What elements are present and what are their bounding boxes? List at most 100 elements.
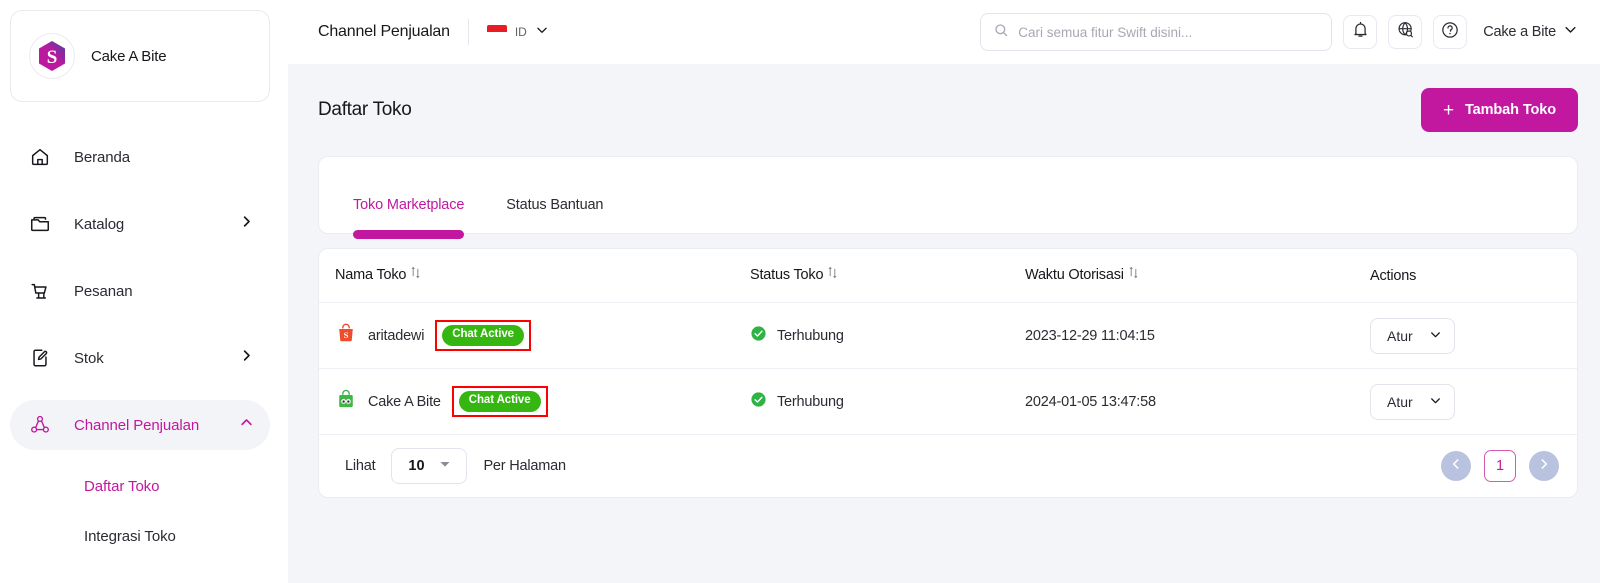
sidebar-item-pesanan[interactable]: Pesanan — [10, 266, 270, 316]
svg-text:S: S — [344, 330, 349, 340]
indonesia-flag-icon — [486, 25, 507, 39]
tokopedia-icon — [335, 388, 357, 415]
table-cell-auth-time: 2023-12-29 11:04:15 — [1025, 328, 1370, 344]
table-cell-status: Terhubung — [750, 325, 1025, 347]
chevron-down-icon[interactable] — [535, 23, 549, 42]
sidebar-item-label: Stok — [74, 349, 104, 367]
add-store-button[interactable]: + Tambah Toko — [1420, 88, 1578, 132]
pagination-page-number: 1 — [1495, 458, 1505, 474]
brand-card[interactable]: S Cake A Bite — [10, 10, 270, 102]
add-store-button-label: Tambah Toko — [1464, 102, 1556, 118]
topbar-divider — [467, 19, 469, 45]
table-cell-store: Cake A Bite Chat Active — [335, 386, 750, 417]
content-area: Daftar Toko + Tambah Toko Toko Marketpla… — [288, 64, 1600, 583]
pagination-suffix-label: Per Halaman — [483, 458, 566, 474]
status-text: Terhubung — [777, 327, 844, 344]
language-globe-button[interactable] — [1388, 15, 1423, 49]
table-row: Cake A Bite Chat Active Terhubung 2024-0… — [319, 369, 1577, 435]
sort-icon[interactable] — [1128, 265, 1139, 284]
notifications-button[interactable] — [1343, 15, 1378, 49]
user-menu[interactable]: Cake a Bite — [1483, 22, 1578, 42]
chevron-down-icon[interactable] — [1563, 22, 1578, 42]
tab-toko-marketplace[interactable]: Toko Marketplace — [353, 197, 465, 239]
stores-table: Nama Toko Status Toko Waktu Otorisasi Ac… — [318, 248, 1578, 498]
page-title: Channel Penjualan — [318, 23, 450, 40]
user-name: Cake a Bite — [1483, 24, 1556, 40]
sidebar-subitem-daftar-toko[interactable]: Daftar Toko — [0, 467, 288, 505]
atur-button-label: Atur — [1387, 327, 1413, 344]
auth-time: 2024-01-05 13:47:58 — [1025, 393, 1156, 410]
status-text: Terhubung — [777, 393, 844, 410]
check-circle-icon — [750, 325, 767, 347]
question-circle-icon — [1440, 20, 1460, 45]
language-selector[interactable]: ID — [486, 23, 549, 42]
chevron-right-icon[interactable] — [239, 348, 254, 368]
app-root: S Cake A Bite Beranda Katalog Pesanan St… — [0, 0, 1600, 583]
cart-icon — [28, 279, 52, 303]
search-box[interactable] — [980, 13, 1333, 51]
column-label: Actions — [1370, 267, 1417, 284]
per-page-value: 10 — [408, 458, 425, 474]
sidebar-subitem-integrasi-toko[interactable]: Integrasi Toko — [0, 517, 288, 555]
table-header-cell-status-toko[interactable]: Status Toko — [750, 265, 1025, 284]
sidebar-item-beranda[interactable]: Beranda — [10, 132, 270, 182]
atur-dropdown-button[interactable]: Atur — [1370, 317, 1455, 354]
search-input[interactable] — [1018, 24, 1320, 40]
status-badge: Chat Active — [458, 391, 541, 412]
shopee-icon: S — [335, 322, 357, 349]
content-title: Daftar Toko — [318, 99, 412, 120]
table-row: S aritadewi Chat Active Terhubung 2023-1… — [319, 303, 1577, 369]
store-name: aritadewi — [368, 327, 425, 344]
sidebar-nav: Beranda Katalog Pesanan Stok Channel Pen… — [0, 132, 288, 555]
bell-icon — [1351, 20, 1370, 44]
pagination-prefix-label: Lihat — [345, 458, 376, 474]
pagination-page-1[interactable]: 1 — [1484, 450, 1516, 482]
folder-icon — [28, 212, 52, 236]
atur-button-label: Atur — [1387, 393, 1413, 410]
sidebar-item-katalog[interactable]: Katalog — [10, 199, 270, 249]
tab-status-bantuan[interactable]: Status Bantuan — [506, 197, 603, 233]
chevron-up-icon[interactable] — [239, 415, 254, 435]
sidebar-item-label: Katalog — [74, 215, 125, 233]
check-circle-icon — [750, 391, 767, 413]
status-badge: Chat Active — [442, 325, 524, 346]
sidebar-item-label: Pesanan — [74, 282, 133, 300]
column-label: Waktu Otorisasi — [1025, 267, 1124, 283]
sidebar-subitem-label: Daftar Toko — [84, 477, 160, 495]
atur-dropdown-button[interactable]: Atur — [1370, 383, 1455, 420]
per-page-select[interactable]: 10 — [391, 448, 468, 484]
sidebar-item-label: Beranda — [74, 148, 131, 166]
swift-hexagon-logo-icon: S — [29, 33, 75, 79]
sidebar: S Cake A Bite Beranda Katalog Pesanan St… — [0, 0, 288, 583]
chevron-down-icon — [1429, 394, 1442, 410]
network-nodes-icon — [28, 413, 52, 437]
caret-down-icon — [439, 457, 451, 475]
table-header-row: Nama Toko Status Toko Waktu Otorisasi Ac… — [319, 249, 1577, 303]
help-button[interactable] — [1433, 15, 1468, 49]
search-icon — [993, 22, 1009, 43]
table-cell-auth-time: 2024-01-05 13:47:58 — [1025, 394, 1370, 410]
main-area: Channel Penjualan ID Cari semua fitur Sw… — [288, 0, 1600, 583]
chevron-right-icon[interactable] — [239, 214, 254, 234]
auth-time: 2023-12-29 11:04:15 — [1025, 327, 1155, 344]
table-cell-store: S aritadewi Chat Active — [335, 320, 750, 351]
tabs-card: Toko Marketplace Status Bantuan — [318, 156, 1578, 239]
table-header-cell-waktu-otorisasi[interactable]: Waktu Otorisasi — [1025, 265, 1370, 284]
table-header-cell-actions: Actions — [1370, 268, 1559, 284]
pagination-prev-button[interactable] — [1441, 451, 1471, 481]
document-edit-icon — [28, 346, 52, 370]
sidebar-item-label: Channel Penjualan — [74, 416, 200, 434]
badge-highlight-box: Chat Active — [435, 320, 531, 351]
table-cell-actions: Atur — [1370, 383, 1559, 420]
pagination-next-button[interactable] — [1529, 451, 1559, 481]
column-label: Status Toko — [750, 267, 824, 283]
topbar: Channel Penjualan ID Cari semua fitur Sw… — [288, 0, 1600, 64]
sidebar-item-channel-penjualan[interactable]: Channel Penjualan — [10, 400, 270, 450]
sidebar-item-stok[interactable]: Stok — [10, 333, 270, 383]
table-header-cell-nama-toko[interactable]: Nama Toko — [335, 265, 750, 284]
sort-icon[interactable] — [410, 265, 421, 284]
column-label: Nama Toko — [335, 267, 407, 283]
tab-label: Status Bantuan — [506, 197, 604, 213]
home-icon — [28, 145, 52, 169]
sort-icon[interactable] — [827, 265, 838, 284]
